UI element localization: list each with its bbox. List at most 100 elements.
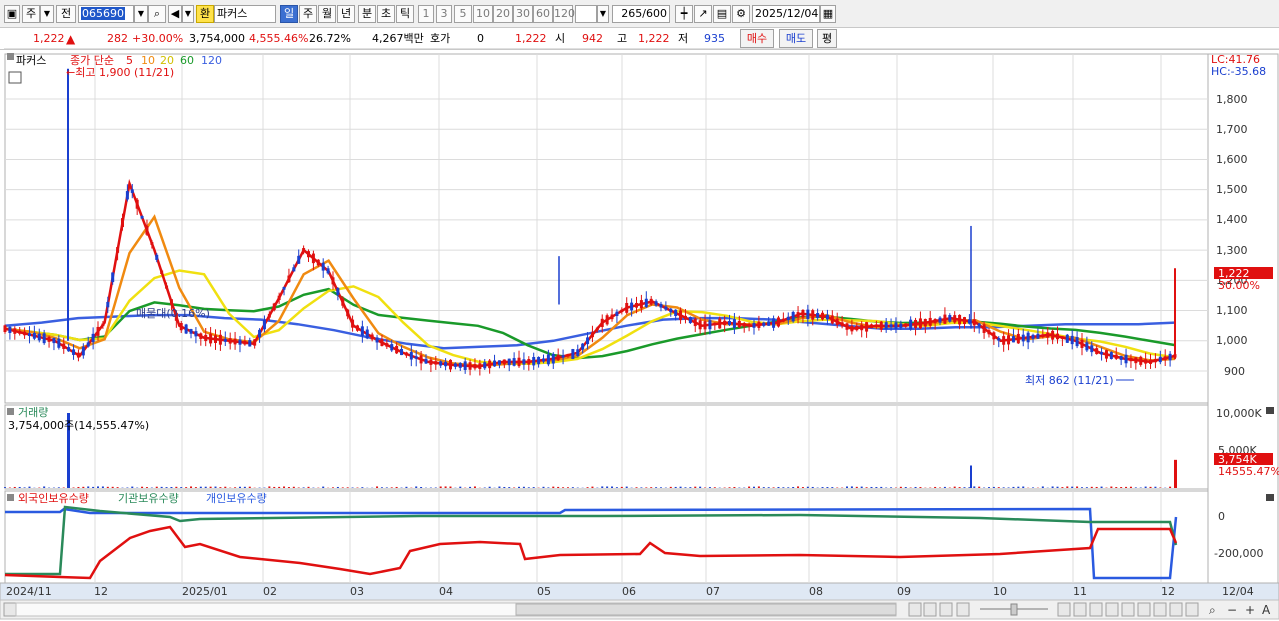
interval-120[interactable]: 120	[553, 5, 575, 23]
volume-panel-close-icon[interactable]	[1266, 407, 1274, 414]
rewind-button[interactable]	[923, 602, 937, 617]
volume-bar	[620, 486, 623, 488]
count-field[interactable]: 265/600	[612, 5, 670, 23]
candle-body	[806, 309, 810, 320]
interval-20[interactable]: 20	[493, 5, 513, 23]
candle-body	[737, 320, 741, 328]
layout-icon[interactable]	[1121, 602, 1135, 617]
interval-3[interactable]: 3	[436, 5, 452, 23]
volume-bar	[914, 486, 917, 488]
calculator-icon[interactable]	[8, 71, 22, 84]
period-tab-day[interactable]: 일	[280, 5, 298, 23]
interval-10[interactable]: 10	[473, 5, 493, 23]
period-tab-minute[interactable]: 분	[358, 5, 376, 23]
zoom-out-icon[interactable]: −	[1227, 603, 1237, 617]
volume-bar	[527, 487, 530, 488]
window-icon[interactable]: ▣	[4, 5, 20, 23]
interval-5[interactable]: 5	[454, 5, 472, 23]
volume-bar	[488, 486, 491, 488]
volume-bar	[1115, 487, 1118, 488]
code-dropdown-icon[interactable]: ▼	[134, 5, 148, 23]
scrollbar-thumb[interactable]	[515, 603, 897, 616]
settings-gear-icon[interactable]: ⚙	[732, 5, 750, 23]
font-size-icon[interactable]: A	[1262, 603, 1271, 617]
play-button[interactable]	[956, 602, 970, 617]
market-dropdown-icon[interactable]: ▼	[40, 5, 54, 23]
period-tab-year[interactable]: 년	[337, 5, 355, 23]
volume-bar	[155, 486, 158, 488]
candle-body	[654, 301, 658, 306]
volume-bar	[273, 486, 276, 488]
candle-body	[18, 330, 22, 334]
volume-bar	[57, 487, 60, 488]
save-icon[interactable]: ▤	[713, 5, 731, 23]
candle-body	[869, 324, 873, 329]
candle-body	[923, 318, 927, 327]
low-label: 저	[678, 32, 689, 45]
volume-panel-menu-icon[interactable]	[7, 408, 14, 415]
speaker-icon[interactable]: ◀	[168, 5, 182, 23]
candle-body	[355, 325, 359, 331]
search-icon[interactable]: ⌕	[148, 5, 166, 23]
layout-icon[interactable]	[1105, 602, 1119, 617]
candle-body	[909, 319, 913, 330]
scroll-left-button[interactable]	[3, 602, 17, 617]
layout-icon[interactable]	[1185, 602, 1199, 617]
layout-icon[interactable]	[1073, 602, 1087, 617]
volume-bar	[797, 486, 800, 488]
period-tab-month[interactable]: 월	[318, 5, 336, 23]
candle-body	[703, 321, 707, 330]
stock-chart[interactable]: 1,800 1,700 1,600 1,500 1,400 1,300 1,20…	[0, 51, 1279, 621]
calendar-icon[interactable]: ▦	[820, 5, 836, 23]
y-tick: 900	[1224, 365, 1245, 378]
candle-body	[116, 247, 120, 253]
layout-icon[interactable]	[1169, 602, 1183, 617]
volume-bar	[361, 487, 364, 488]
candle-body	[351, 319, 355, 328]
volume-bar	[1056, 486, 1059, 488]
interval-1[interactable]: 1	[418, 5, 434, 23]
candle-body	[1056, 333, 1060, 340]
stock-name-tab[interactable]: 파커스	[16, 54, 46, 67]
interval-dropdown-icon[interactable]: ▼	[597, 5, 609, 23]
layout-icon[interactable]	[1089, 602, 1103, 617]
date-input[interactable]: 2025/12/04	[752, 5, 820, 23]
volume-bar	[444, 486, 447, 488]
zoom-in-icon[interactable]: +	[1245, 603, 1255, 617]
interval-60[interactable]: 60	[533, 5, 553, 23]
custom-interval-input[interactable]	[575, 5, 597, 23]
stop-button[interactable]	[939, 602, 953, 617]
sell-button[interactable]: 매도	[779, 29, 813, 48]
holdings-panel-close-icon[interactable]	[1266, 494, 1274, 501]
stock-code-input[interactable]: 065690	[78, 5, 134, 23]
volume-bar	[405, 486, 408, 488]
candle-type-icon[interactable]: ┿	[675, 5, 693, 23]
evaluate-button[interactable]: 평	[817, 29, 837, 48]
hoga-value: 0	[477, 32, 484, 45]
layout-icon[interactable]	[1057, 602, 1071, 617]
prev-button[interactable]: 전	[56, 5, 76, 23]
volume-bar	[601, 486, 604, 488]
zoom-slider-handle[interactable]	[1010, 603, 1018, 616]
volume-bar	[238, 486, 241, 488]
chart-area[interactable]: 1,800 1,700 1,600 1,500 1,400 1,300 1,20…	[0, 51, 1279, 621]
draw-tool-icon[interactable]: ↗	[694, 5, 712, 23]
volume-last-bar	[1174, 459, 1177, 488]
zoom-search-icon[interactable]: ⌕	[1209, 603, 1216, 617]
candle-body	[811, 310, 815, 320]
buy-button[interactable]: 매수	[740, 29, 774, 48]
scroll-right-button[interactable]	[908, 602, 922, 617]
period-tab-tick[interactable]: 틱	[396, 5, 414, 23]
period-tab-second[interactable]: 초	[377, 5, 395, 23]
hanja-button[interactable]: 환	[196, 5, 214, 23]
speaker-dropdown-icon[interactable]: ▼	[182, 5, 194, 23]
holdings-panel-menu-icon[interactable]	[7, 494, 14, 501]
volume-bar	[1066, 486, 1069, 488]
interval-30[interactable]: 30	[513, 5, 533, 23]
layout-icon[interactable]	[1153, 602, 1167, 617]
market-button[interactable]: 주	[22, 5, 40, 23]
stock-name-field[interactable]: 파커스	[214, 5, 276, 23]
layout-icon[interactable]	[1137, 602, 1151, 617]
period-tab-week[interactable]: 주	[299, 5, 317, 23]
panel-menu-icon[interactable]	[7, 53, 14, 60]
